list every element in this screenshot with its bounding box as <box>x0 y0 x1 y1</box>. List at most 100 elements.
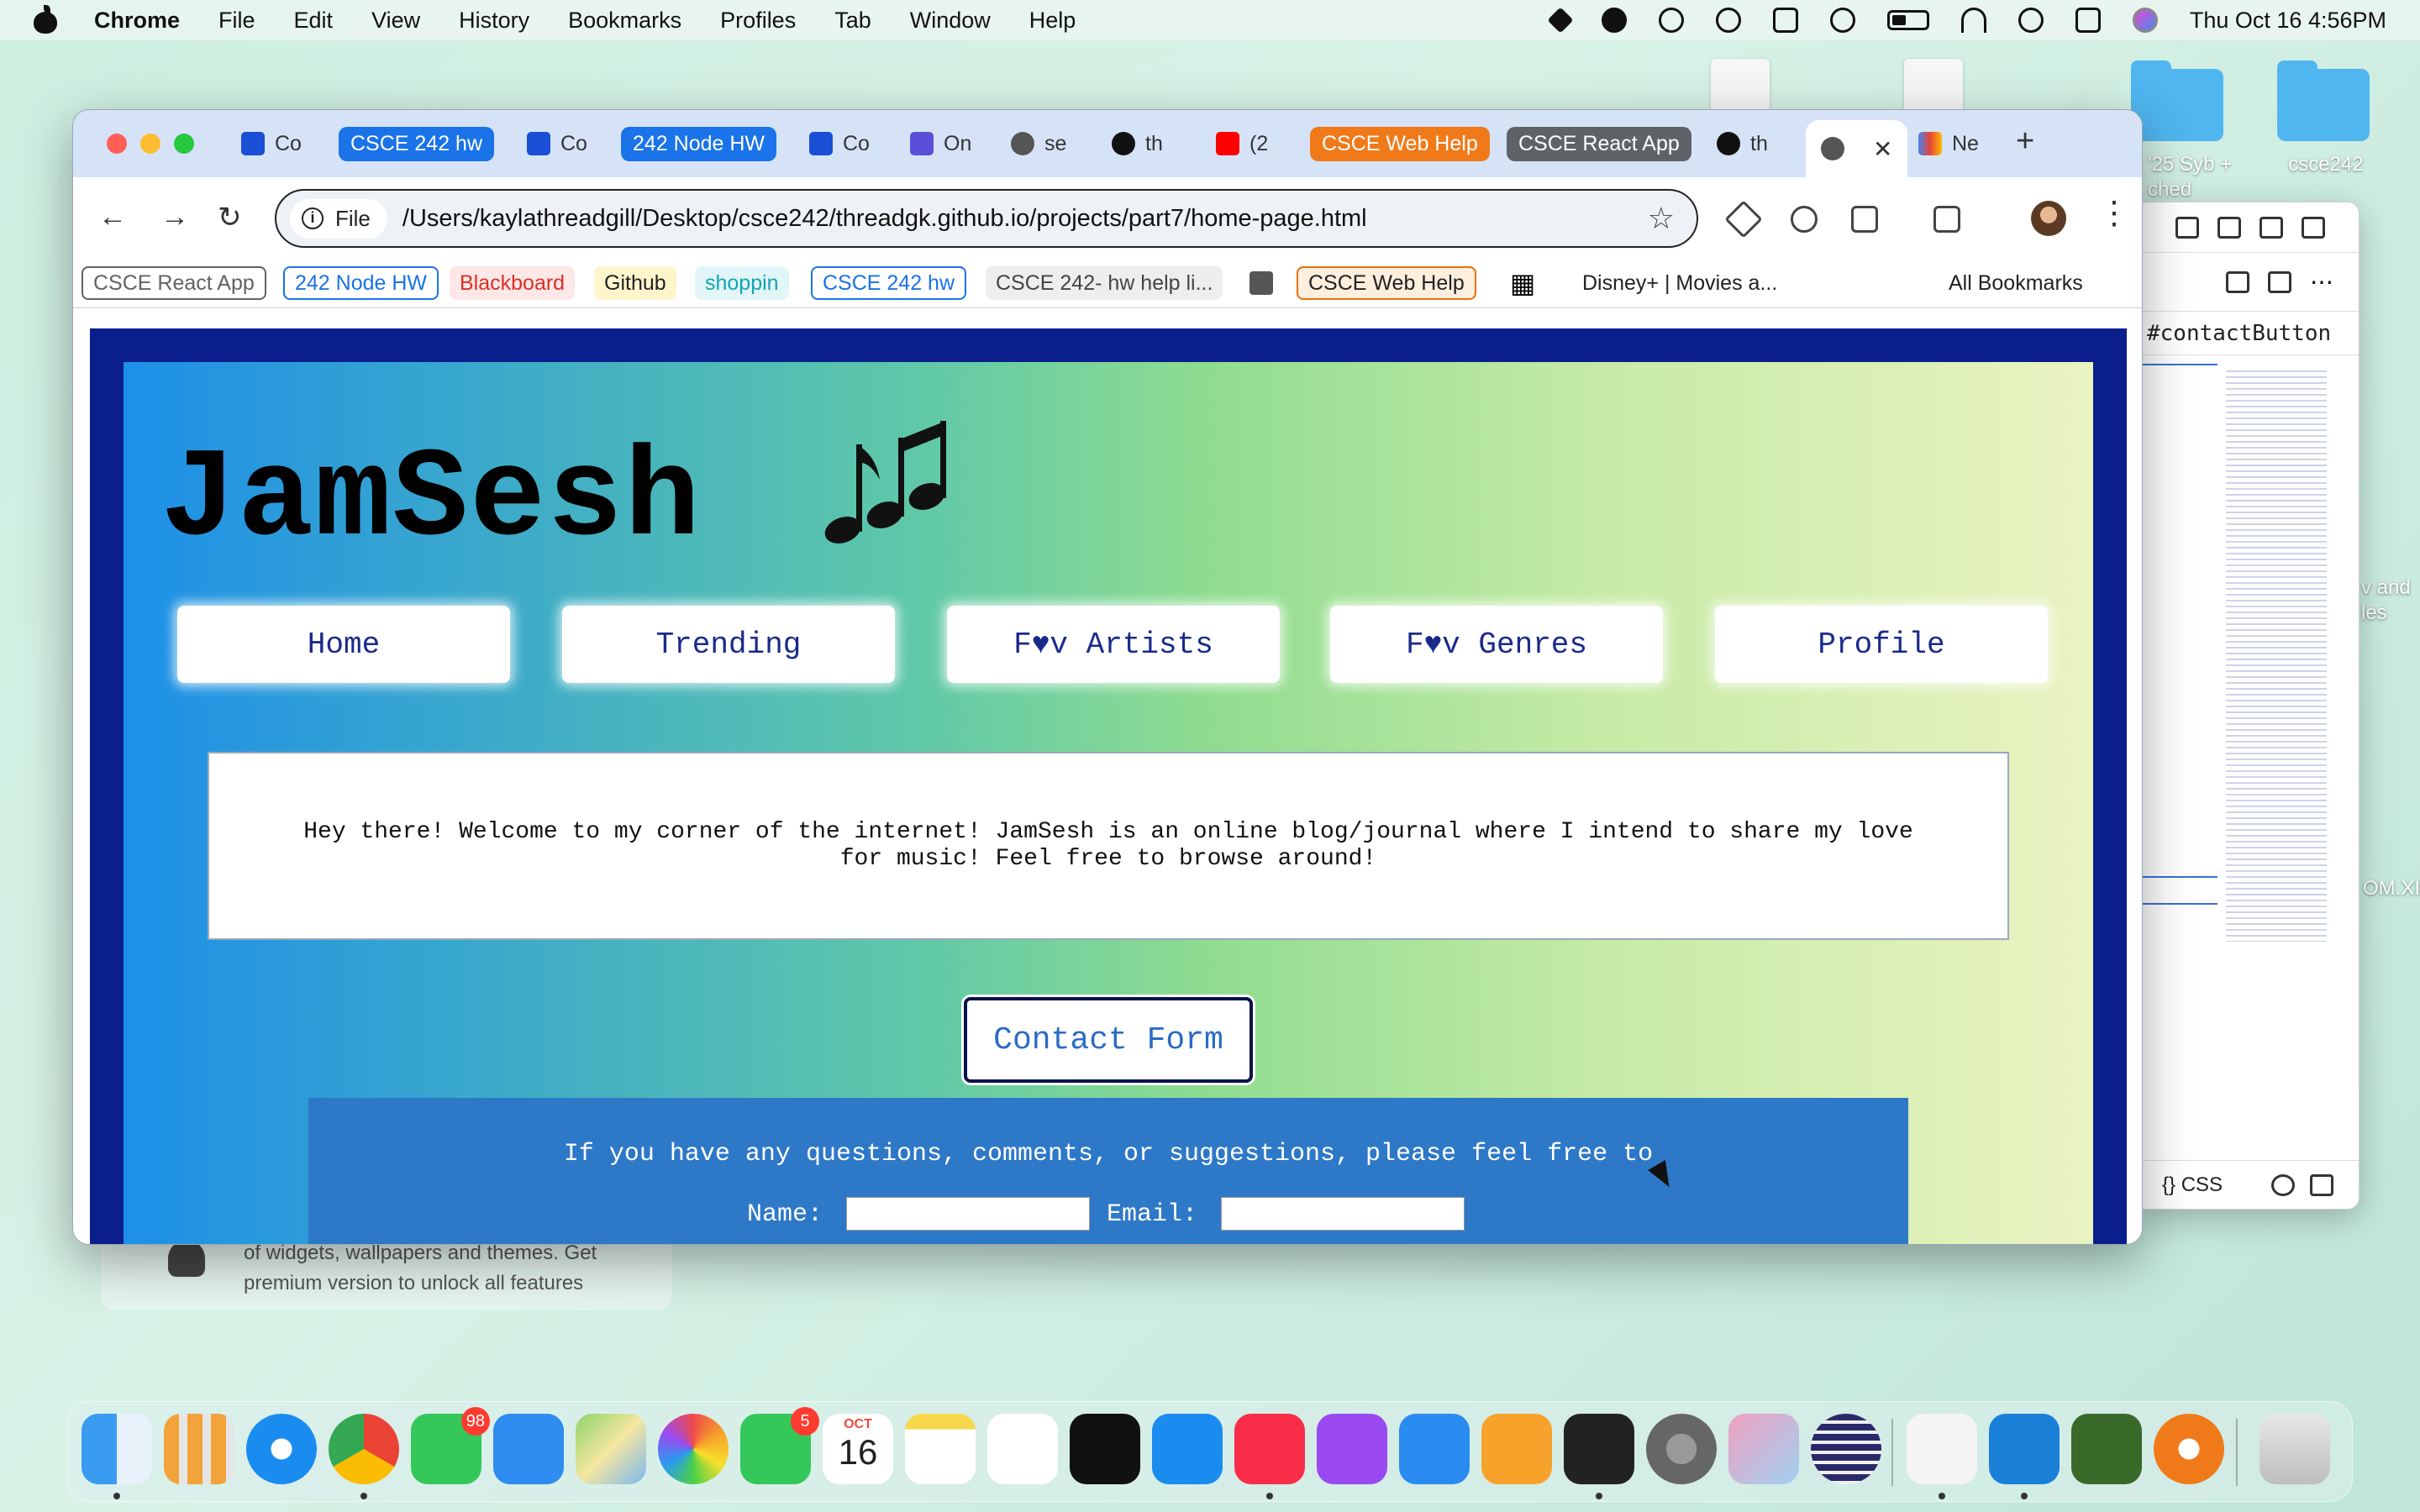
airdrop-icon[interactable] <box>1658 8 1684 33</box>
nav-favorite-genres[interactable]: F♥v Genres <box>1330 606 1663 683</box>
nav-profile[interactable]: Profile <box>1715 606 2048 683</box>
sidebar-left-icon[interactable] <box>2217 216 2241 239</box>
grammarly-icon[interactable] <box>1601 8 1627 33</box>
tab-group-csce-react-app[interactable]: CSCE React App <box>1507 122 1691 165</box>
bookmark-242-node-hw[interactable]: 242 Node HW <box>283 266 439 300</box>
vscode-icon[interactable] <box>1989 1414 2060 1484</box>
menu-window[interactable]: Window <box>910 8 991 34</box>
split-view-icon[interactable] <box>2268 270 2291 293</box>
vpn-icon[interactable] <box>1772 8 1798 33</box>
devtools-window[interactable]: ⋯ #contactButton {} CSS <box>2141 202 2360 1210</box>
tab-github-1[interactable]: th <box>1112 122 1163 165</box>
terminal-icon[interactable] <box>1564 1414 1634 1484</box>
forward-arrow-icon[interactable]: → <box>160 201 189 234</box>
profile-avatar[interactable] <box>2031 201 2066 236</box>
bookmark-csce-web-help[interactable]: CSCE Web Help <box>1297 266 1476 300</box>
menu-edit[interactable]: Edit <box>294 8 334 34</box>
code-editor[interactable] <box>2142 362 2359 1158</box>
address-bar[interactable]: i File /Users/kaylathreadgill/Desktop/cs… <box>275 189 1698 248</box>
notes-icon[interactable] <box>905 1414 976 1484</box>
panel-bottom-icon[interactable] <box>2260 216 2283 239</box>
menubar-clock[interactable]: Thu Oct 16 4:56PM <box>2190 8 2386 34</box>
desktop-folder-icon[interactable] <box>2131 60 2223 141</box>
translate-globe-icon[interactable] <box>1791 206 1818 233</box>
email-input[interactable] <box>1221 1197 1465 1231</box>
tab-search[interactable]: se <box>1011 122 1066 165</box>
close-window-button[interactable] <box>107 134 127 154</box>
apple-menu-icon[interactable] <box>30 5 60 35</box>
mail-icon[interactable] <box>493 1414 564 1484</box>
bookmark-csce-242-hw[interactable]: CSCE 242 hw <box>811 266 967 300</box>
nav-home[interactable]: Home <box>177 606 510 683</box>
apple-tv-icon[interactable] <box>1070 1414 1140 1484</box>
maximize-window-button[interactable] <box>174 134 194 154</box>
css-tab[interactable]: {} CSS <box>2162 1173 2223 1197</box>
site-info-chip[interactable]: i File <box>290 198 387 239</box>
accessibility-icon[interactable] <box>1829 8 1855 33</box>
tab-youtube[interactable]: (2 <box>1216 122 1268 165</box>
maps-icon[interactable] <box>576 1414 646 1484</box>
safari-icon[interactable] <box>246 1414 317 1484</box>
bell-icon[interactable] <box>2310 1173 2334 1196</box>
chrome-menu-icon[interactable]: ⋮ <box>2098 194 2130 232</box>
minimize-window-button[interactable] <box>140 134 160 154</box>
spotlight-search-icon[interactable] <box>2018 8 2044 33</box>
eyedropper-extension-icon[interactable] <box>1724 200 1763 239</box>
siri-icon[interactable] <box>2132 8 2158 33</box>
copilot-icon[interactable] <box>2271 1173 2296 1196</box>
firefox-like-app-icon[interactable] <box>2154 1414 2224 1484</box>
control-center-icon[interactable] <box>2075 8 2101 33</box>
chrome-icon[interactable] <box>329 1414 399 1484</box>
photos-icon[interactable] <box>658 1414 729 1484</box>
bookmark-disney-plus[interactable]: Disney+ | Movies a... <box>1572 266 1787 300</box>
desktop-folder-icon[interactable] <box>2277 60 2370 141</box>
eclipse-icon[interactable] <box>1811 1414 1881 1484</box>
launchpad-icon[interactable] <box>164 1414 234 1484</box>
extensions-puzzle-icon[interactable] <box>1851 206 1878 233</box>
keynote-icon[interactable] <box>1399 1414 1470 1484</box>
menu-view[interactable]: View <box>371 8 420 34</box>
url-text[interactable]: /Users/kaylathreadgill/Desktop/csce242/t… <box>402 205 1367 233</box>
battery-icon[interactable] <box>1886 10 1929 30</box>
tab-search-icon[interactable] <box>1933 206 1960 233</box>
menu-app-name[interactable]: Chrome <box>94 8 180 34</box>
wifi-icon[interactable] <box>1960 8 1986 33</box>
status-app-icon[interactable] <box>1547 7 1574 34</box>
all-bookmarks-folder[interactable]: All Bookmarks <box>1939 266 2093 300</box>
reload-icon[interactable]: ↻ <box>218 201 242 234</box>
contact-form-button[interactable]: Contact Form <box>964 997 1253 1083</box>
play-icon[interactable] <box>1715 8 1741 33</box>
page-viewport[interactable]: JamSesh Home Trending F♥v Artists F♥v Ge… <box>73 308 2142 1244</box>
code-minimap[interactable] <box>2226 370 2327 942</box>
dock-layout-icon[interactable] <box>2175 216 2199 239</box>
bookmark-csce-242-hw-help[interactable]: CSCE 242- hw help li... <box>986 266 1223 300</box>
apps-grid-icon[interactable]: ▦ <box>1500 266 1545 300</box>
menu-bookmarks[interactable]: Bookmarks <box>568 8 681 34</box>
menu-file[interactable]: File <box>218 8 255 34</box>
bookmark-folder-icon[interactable] <box>1249 271 1273 295</box>
tab-active-home-page[interactable]: ✕ <box>1806 120 1908 177</box>
messages-icon[interactable]: 98 <box>411 1407 490 1484</box>
textedit-icon[interactable] <box>1907 1414 1977 1484</box>
podcasts-icon[interactable] <box>1317 1414 1387 1484</box>
nav-trending[interactable]: Trending <box>562 606 895 683</box>
pages-icon[interactable] <box>1481 1414 1552 1484</box>
reminders-icon[interactable] <box>987 1414 1058 1484</box>
network-radar-icon[interactable] <box>2071 1414 2142 1484</box>
new-tab-button[interactable]: + <box>2016 123 2034 160</box>
sidebar-right-icon[interactable] <box>2302 216 2325 239</box>
system-settings-icon[interactable] <box>1646 1414 1717 1484</box>
menu-tab[interactable]: Tab <box>834 8 871 34</box>
menu-help[interactable]: Help <box>1029 8 1076 34</box>
tab-canvas-2[interactable]: Co <box>527 122 587 165</box>
facetime-icon[interactable]: 5 <box>740 1407 819 1484</box>
menu-profiles[interactable]: Profiles <box>720 8 796 34</box>
bookmark-github[interactable]: Github <box>594 266 676 300</box>
tab-canvas-3[interactable]: Co <box>809 122 870 165</box>
trash-icon[interactable] <box>2260 1414 2330 1484</box>
back-arrow-icon[interactable]: ← <box>98 201 127 234</box>
calendar-icon[interactable]: OCT 16 <box>823 1414 893 1484</box>
tab-group-csce-242-hw[interactable]: CSCE 242 hw <box>339 122 495 165</box>
tab-group-csce-web-help[interactable]: CSCE Web Help <box>1310 122 1490 165</box>
chrome-window[interactable]: Co CSCE 242 hw Co 242 Node HW Co On se t… <box>72 109 2143 1245</box>
